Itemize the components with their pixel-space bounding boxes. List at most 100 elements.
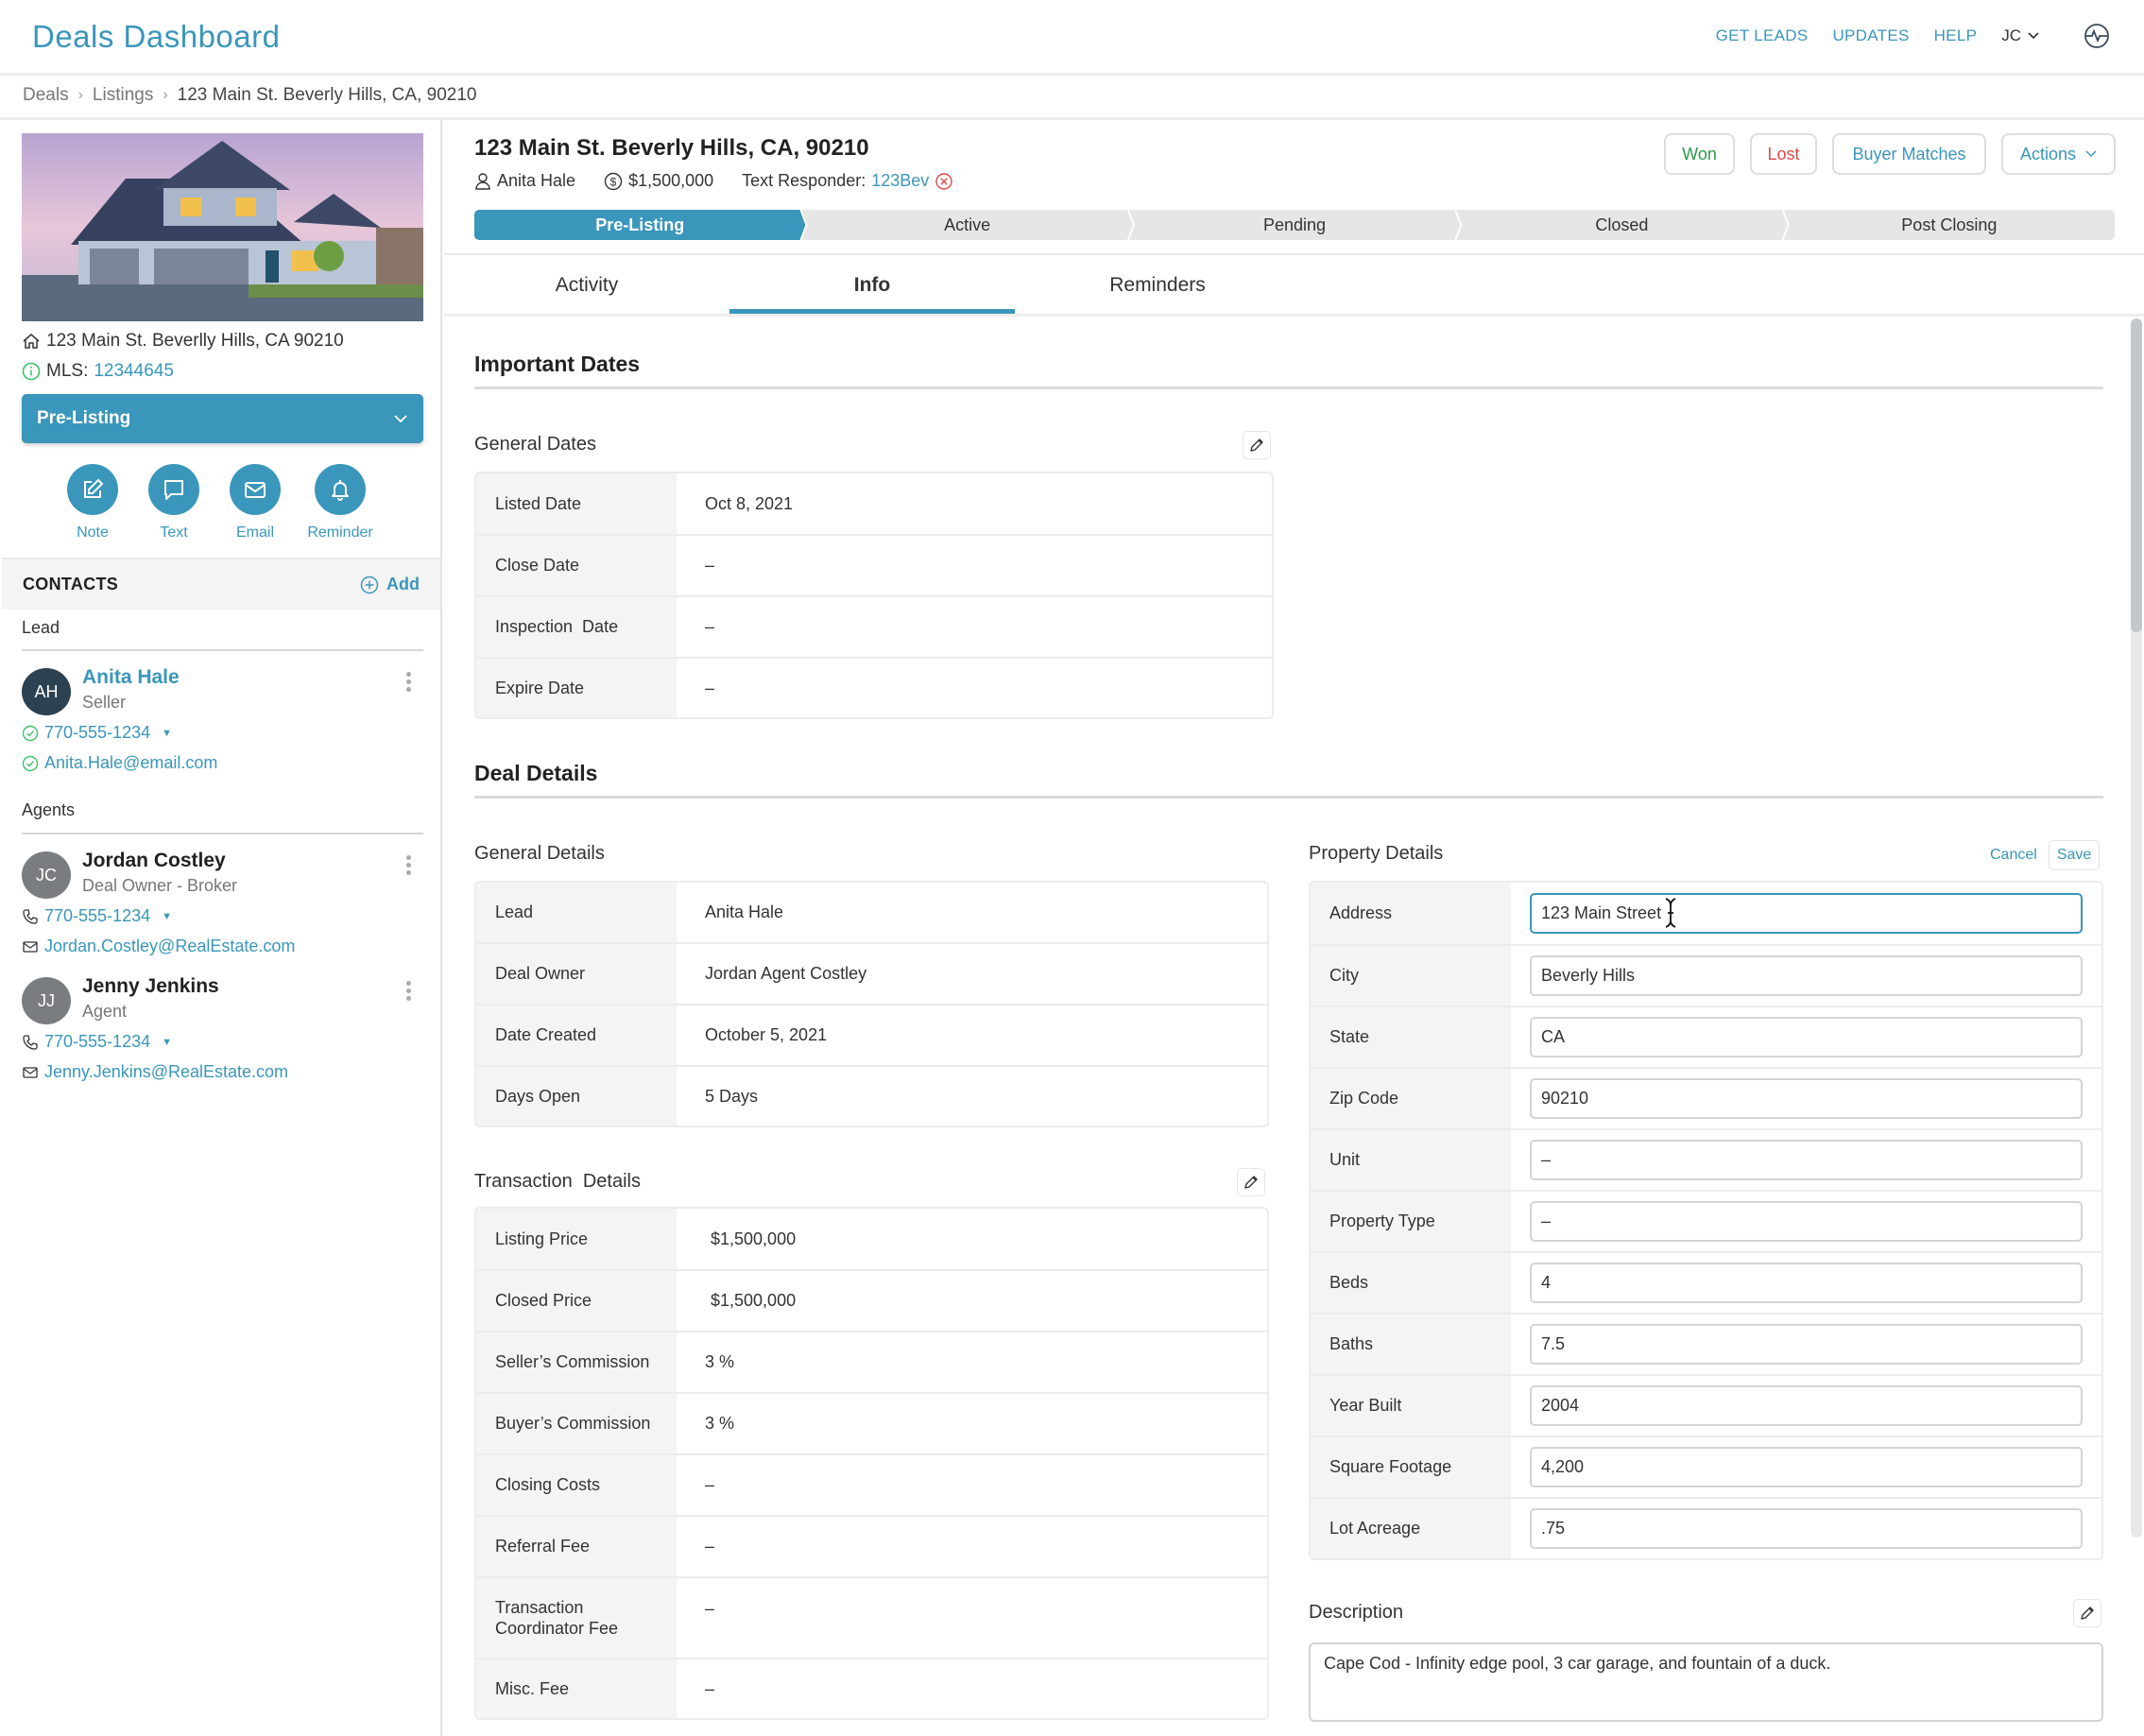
nav-get-leads[interactable]: GET LEADS bbox=[1716, 26, 1809, 45]
top-nav: GET LEADS UPDATES HELP JC bbox=[1716, 23, 2110, 49]
tab-activity[interactable]: Activity bbox=[444, 255, 729, 315]
note-button[interactable]: Note bbox=[66, 464, 119, 541]
contact-name[interactable]: Jordan Costley bbox=[82, 850, 226, 872]
table-row: Closed Price $1,500,000 bbox=[476, 1269, 1267, 1331]
breadcrumb-listings[interactable]: Listings bbox=[93, 85, 153, 106]
row-label: Transaction Coordinator Fee bbox=[476, 1578, 677, 1658]
stage-post-closing[interactable]: Post Closing bbox=[1783, 210, 2116, 240]
field-cell bbox=[1511, 1253, 2101, 1313]
contact-phone[interactable]: 770-555-1234 ▼ bbox=[22, 906, 172, 926]
field-input-property-type[interactable] bbox=[1530, 1201, 2083, 1242]
edit-transaction-details-button[interactable] bbox=[1237, 1168, 1265, 1196]
tab-reminders[interactable]: Reminders bbox=[1015, 255, 1300, 315]
actions-dropdown[interactable]: Actions bbox=[2001, 133, 2116, 175]
caret-down-icon[interactable]: ▼ bbox=[162, 728, 172, 739]
property-details-form: AddressCityStateZip CodeUnitProperty Typ… bbox=[1309, 881, 2103, 1560]
reminder-button[interactable]: Reminder bbox=[307, 464, 373, 541]
row-label: Close Date bbox=[476, 536, 677, 595]
stage-active[interactable]: Active bbox=[801, 210, 1132, 240]
field-input-address[interactable] bbox=[1530, 893, 2083, 934]
field-input-square-footage[interactable] bbox=[1530, 1447, 2083, 1487]
nav-help[interactable]: HELP bbox=[1934, 26, 1978, 45]
contact-name[interactable]: Jenny Jenkins bbox=[82, 975, 219, 998]
edit-description-button[interactable] bbox=[2073, 1599, 2101, 1627]
stage-pre-listing[interactable]: Pre-Listing bbox=[474, 210, 805, 240]
scrollbar-thumb[interactable] bbox=[2131, 318, 2142, 632]
contacts-title: CONTACTS bbox=[23, 575, 119, 593]
table-row: Expire Date – bbox=[476, 657, 1272, 717]
more-options-icon[interactable] bbox=[406, 855, 412, 875]
field-input-year-built[interactable] bbox=[1530, 1385, 2083, 1426]
pencil-icon bbox=[1243, 1174, 1260, 1191]
email-button[interactable]: Email bbox=[229, 464, 282, 541]
contact-email[interactable]: Jenny.Jenkins@RealEstate.com bbox=[22, 1062, 288, 1082]
field-label: Zip Code bbox=[1311, 1069, 1511, 1128]
transaction-details-table: Listing Price $1,500,000 Closed Price $1… bbox=[474, 1207, 1269, 1720]
mls-number-link[interactable]: 12344645 bbox=[94, 361, 174, 382]
row-value: October 5, 2021 bbox=[705, 1025, 828, 1044]
listing-address-text: 123 Main St. Beverlly Hills, CA 90210 bbox=[46, 331, 344, 351]
table-row: Buyer’s Commission 3 % bbox=[476, 1392, 1267, 1453]
more-options-icon[interactable] bbox=[406, 981, 412, 1001]
user-menu[interactable]: JC bbox=[2001, 26, 2040, 45]
row-label: Closing Costs bbox=[476, 1455, 677, 1515]
row-value: Anita Hale bbox=[705, 902, 784, 921]
add-contact-button[interactable]: Add bbox=[360, 575, 420, 594]
field-input-city[interactable] bbox=[1530, 955, 2083, 996]
cancel-button[interactable]: Cancel bbox=[1990, 847, 2037, 864]
form-row: City bbox=[1311, 944, 2101, 1006]
form-row: Property Type bbox=[1311, 1190, 2101, 1251]
caret-down-icon[interactable]: ▼ bbox=[162, 1037, 172, 1048]
caret-down-icon[interactable]: ▼ bbox=[162, 911, 172, 922]
email-address: Anita.Hale@email.com bbox=[44, 753, 218, 772]
check-circle-icon bbox=[22, 725, 39, 742]
contact-phone[interactable]: 770-555-1234 ▼ bbox=[22, 723, 172, 743]
activity-pulse-icon[interactable] bbox=[2084, 23, 2110, 49]
plus-circle-icon bbox=[360, 576, 379, 594]
field-input-state[interactable] bbox=[1530, 1017, 2083, 1057]
field-input-baths[interactable] bbox=[1530, 1324, 2083, 1365]
row-label: Misc. Fee bbox=[476, 1659, 677, 1718]
nav-updates[interactable]: UPDATES bbox=[1832, 26, 1909, 45]
field-input-unit[interactable] bbox=[1530, 1140, 2083, 1180]
contact-role: Agent bbox=[82, 1002, 128, 1021]
bell-icon bbox=[315, 464, 366, 515]
pipeline-stages: Pre-Listing Active Pending Closed Post C… bbox=[474, 210, 2116, 240]
field-label: Year Built bbox=[1311, 1376, 1511, 1435]
general-details-table: Lead Anita Hale Deal Owner Jordan Agent … bbox=[474, 881, 1269, 1127]
more-options-icon[interactable] bbox=[406, 672, 412, 692]
contact-name-link[interactable]: Anita Hale bbox=[82, 666, 180, 689]
contacts-header: CONTACTS Add bbox=[2, 558, 440, 610]
save-button[interactable]: Save bbox=[2048, 840, 2101, 870]
scrollbar[interactable] bbox=[2131, 318, 2142, 1538]
buyer-matches-button[interactable]: Buyer Matches bbox=[1832, 133, 1986, 175]
field-input-lot-acreage[interactable] bbox=[1530, 1508, 2083, 1549]
edit-general-dates-button[interactable] bbox=[1243, 431, 1271, 459]
field-input-zip-code[interactable] bbox=[1530, 1078, 2083, 1119]
add-label: Add bbox=[386, 575, 420, 593]
field-cell bbox=[1511, 1315, 2101, 1374]
svg-text:$: $ bbox=[610, 175, 617, 188]
stage-pending[interactable]: Pending bbox=[1129, 210, 1460, 240]
row-label: Seller’s Commission bbox=[476, 1332, 677, 1392]
contact-email[interactable]: Anita.Hale@email.com bbox=[22, 753, 217, 773]
field-cell bbox=[1511, 1192, 2101, 1251]
breadcrumb-deals[interactable]: Deals bbox=[23, 85, 69, 106]
text-button[interactable]: Text bbox=[147, 464, 200, 541]
contact-phone[interactable]: 770-555-1234 ▼ bbox=[22, 1032, 172, 1052]
divider bbox=[22, 649, 423, 651]
lost-button[interactable]: Lost bbox=[1750, 133, 1817, 175]
won-button[interactable]: Won bbox=[1664, 133, 1735, 175]
contact-email[interactable]: Jordan.Costley@RealEstate.com bbox=[22, 937, 295, 956]
remove-circle-icon[interactable] bbox=[935, 172, 953, 191]
deal-price: $1,500,000 bbox=[628, 171, 714, 190]
divider bbox=[474, 796, 2103, 799]
user-initials: JC bbox=[2001, 26, 2021, 44]
field-input-beds[interactable] bbox=[1530, 1263, 2083, 1303]
tab-info[interactable]: Info bbox=[729, 255, 1015, 315]
text-responder-link[interactable]: 123Bev bbox=[871, 171, 929, 191]
phone-icon bbox=[22, 1034, 39, 1051]
stage-closed[interactable]: Closed bbox=[1456, 210, 1787, 240]
deal-owner: Anita Hale bbox=[497, 171, 576, 190]
stage-dropdown[interactable]: Pre-Listing bbox=[22, 394, 423, 443]
